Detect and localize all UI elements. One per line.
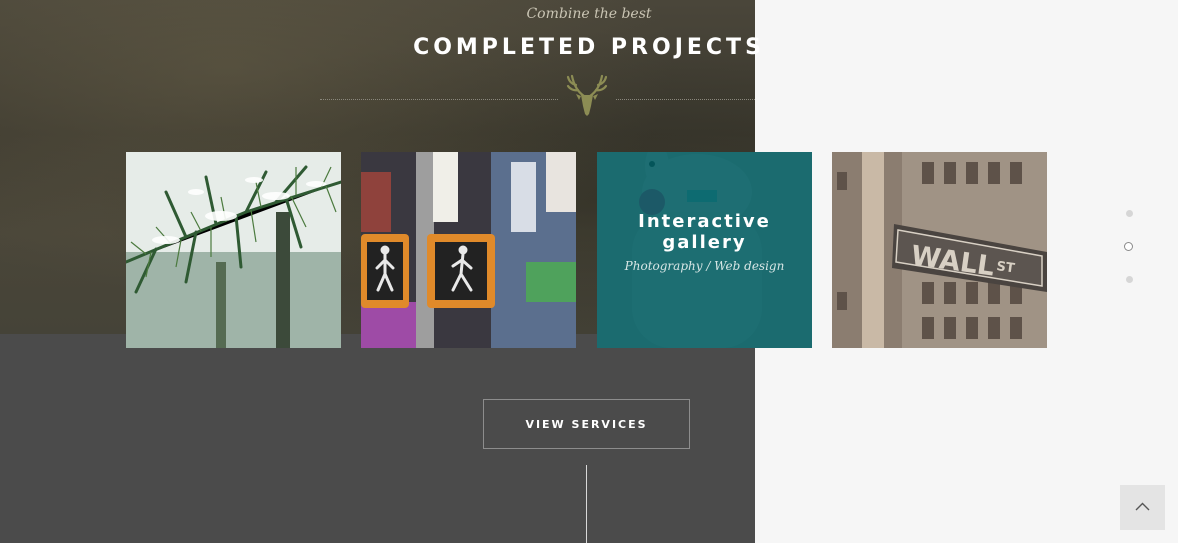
section-kicker: Combine the best bbox=[526, 6, 652, 22]
portfolio-card-wall-street[interactable]: WALL ST bbox=[832, 152, 1047, 348]
chevron-up-icon bbox=[1135, 502, 1150, 511]
section-title: COMPLETED PROJECTS bbox=[413, 35, 765, 60]
pagination-dot-2-active[interactable] bbox=[1124, 242, 1133, 251]
vertical-divider bbox=[586, 465, 587, 543]
deer-antler-icon bbox=[566, 74, 608, 116]
divider-right bbox=[616, 99, 755, 100]
portfolio-card-pine[interactable] bbox=[126, 152, 341, 348]
wall-street-sign-image: WALL ST bbox=[832, 152, 1047, 348]
project-title[interactable]: Interactive gallery bbox=[620, 211, 790, 253]
portfolio-card-crosswalk[interactable] bbox=[361, 152, 576, 348]
pine-branch-image bbox=[126, 152, 341, 348]
portfolio-card-interactive-gallery[interactable]: Interactive gallery Photography / Web de… bbox=[597, 152, 812, 348]
view-services-button[interactable]: VIEW SERVICES bbox=[483, 399, 690, 449]
svg-text:ST: ST bbox=[995, 259, 1015, 276]
gallery-hover-overlay: Interactive gallery Photography / Web de… bbox=[597, 152, 812, 348]
divider-left bbox=[320, 99, 558, 100]
project-categories: Photography / Web design bbox=[624, 259, 785, 273]
pagination-dot-3[interactable] bbox=[1126, 276, 1133, 283]
crosswalk-signal-image bbox=[361, 152, 576, 348]
scroll-to-top-button[interactable] bbox=[1120, 485, 1165, 530]
pagination-dot-1[interactable] bbox=[1126, 210, 1133, 217]
